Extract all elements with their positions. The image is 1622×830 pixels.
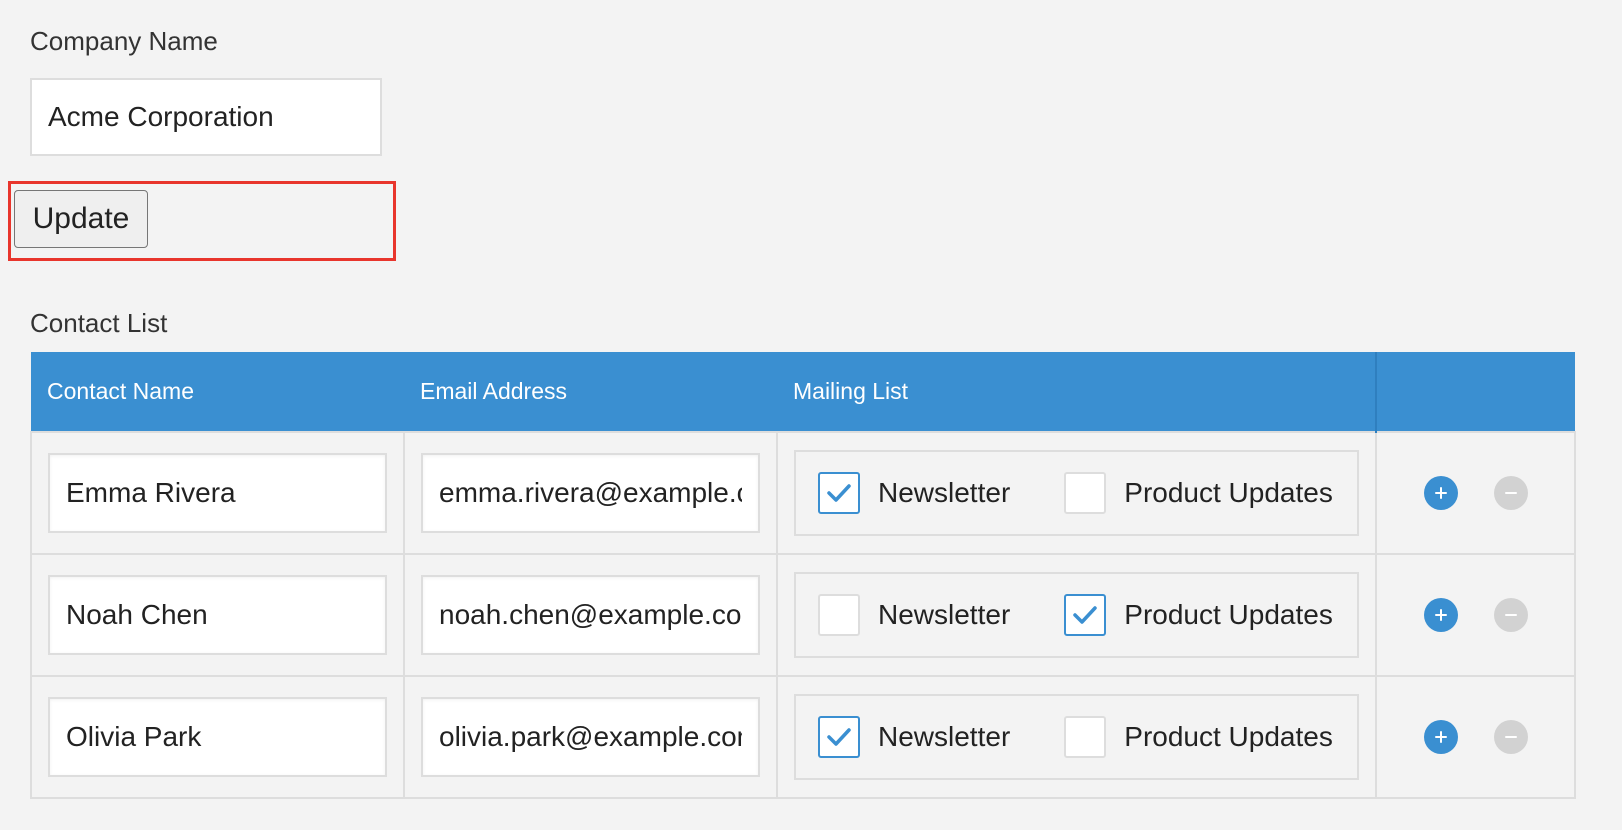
newsletter-label: Newsletter	[878, 721, 1011, 752]
contact-list-label: Contact List	[30, 308, 168, 338]
row-actions-cell	[1375, 431, 1576, 555]
mailing-list-cell: Newsletter Product Updates	[776, 431, 1377, 555]
product-updates-label: Product Updates	[1124, 599, 1333, 630]
newsletter-option[interactable]: Newsletter	[818, 716, 1010, 758]
remove-row-button[interactable]	[1493, 476, 1528, 510]
plus-icon	[1434, 487, 1447, 499]
product-updates-checkbox[interactable]	[1064, 716, 1107, 758]
contact-name-cell	[30, 431, 405, 555]
product-updates-checkbox[interactable]	[1064, 594, 1107, 636]
contact-name-cell	[30, 553, 405, 677]
mailing-list-cell: Newsletter Product Updates	[776, 675, 1377, 799]
table-header-row: Contact Name Email Address Mailing List	[31, 352, 1575, 432]
email-cell	[403, 431, 778, 555]
product-updates-label: Product Updates	[1124, 477, 1333, 508]
product-updates-checkbox[interactable]	[1064, 472, 1107, 514]
newsletter-checkbox[interactable]	[818, 716, 860, 758]
remove-row-button[interactable]	[1493, 598, 1528, 632]
checkmark-icon	[827, 484, 851, 502]
remove-row-button[interactable]	[1493, 720, 1528, 754]
product-updates-label: Product Updates	[1124, 721, 1333, 752]
product-updates-option[interactable]: Product Updates	[1064, 716, 1333, 758]
company-name-input[interactable]	[30, 78, 382, 156]
minus-icon	[1504, 492, 1517, 494]
mailing-list-group: Newsletter Product Updates	[794, 572, 1359, 658]
newsletter-label: Newsletter	[878, 599, 1011, 630]
email-cell	[403, 553, 778, 677]
company-name-label: Company Name	[30, 26, 218, 56]
product-updates-option[interactable]: Product Updates	[1064, 472, 1333, 514]
mailing-list-group: Newsletter Product Updates	[794, 694, 1359, 780]
minus-icon	[1504, 614, 1517, 616]
checkmark-icon	[1073, 606, 1098, 624]
update-button[interactable]: Update	[14, 190, 148, 248]
checkmark-icon	[827, 728, 851, 746]
newsletter-checkbox[interactable]	[818, 472, 860, 514]
newsletter-option[interactable]: Newsletter	[818, 594, 1010, 636]
email-input[interactable]	[421, 575, 760, 655]
contact-name-input[interactable]	[48, 453, 387, 533]
email-cell	[403, 675, 778, 799]
mailing-list-group: Newsletter Product Updates	[794, 450, 1359, 536]
contact-table: Contact Name Email Address Mailing List	[30, 352, 1576, 799]
newsletter-option[interactable]: Newsletter	[818, 472, 1010, 514]
row-actions	[1377, 598, 1574, 632]
row-actions-cell	[1375, 675, 1576, 799]
column-header-contact-name: Contact Name	[31, 352, 404, 432]
add-row-button[interactable]	[1423, 720, 1458, 754]
row-actions	[1377, 720, 1574, 754]
row-actions-cell	[1375, 553, 1576, 677]
minus-icon	[1504, 736, 1517, 738]
table-row: Newsletter Product Updates	[30, 553, 1576, 677]
product-updates-option[interactable]: Product Updates	[1064, 594, 1333, 636]
column-header-mailing-list: Mailing List	[777, 352, 1376, 432]
email-input[interactable]	[421, 697, 760, 777]
row-actions	[1377, 476, 1574, 510]
email-input[interactable]	[421, 453, 760, 533]
newsletter-checkbox[interactable]	[818, 594, 860, 636]
page: Company Name Update Contact List Contact…	[0, 0, 1622, 830]
table-row: Newsletter Product Updates	[30, 675, 1576, 799]
newsletter-label: Newsletter	[878, 477, 1011, 508]
plus-icon	[1434, 731, 1447, 743]
column-header-actions	[1375, 352, 1575, 432]
contact-name-input[interactable]	[48, 697, 387, 777]
mailing-list-cell: Newsletter Product Updates	[776, 553, 1377, 677]
column-header-email-address: Email Address	[404, 352, 777, 432]
plus-icon	[1434, 609, 1447, 621]
table-row: Newsletter Product Updates	[30, 431, 1576, 555]
contact-name-input[interactable]	[48, 575, 387, 655]
add-row-button[interactable]	[1423, 598, 1458, 632]
add-row-button[interactable]	[1423, 476, 1458, 510]
contact-name-cell	[30, 675, 405, 799]
